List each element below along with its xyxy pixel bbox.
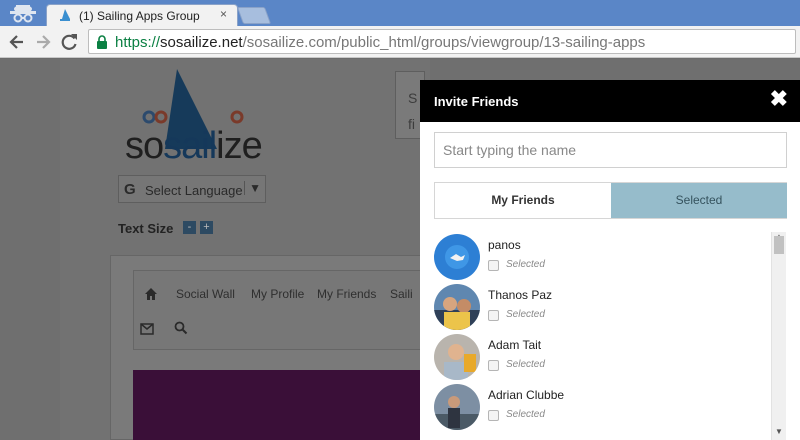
avatar [434, 234, 480, 280]
modal-header: Invite Friends ✖ [420, 80, 800, 122]
friend-select-checkbox[interactable] [488, 260, 499, 271]
new-tab-button[interactable] [236, 7, 272, 24]
avatar [434, 284, 480, 330]
friend-list-scrollbar[interactable]: ▲ ▼ [771, 232, 786, 440]
avatar [434, 334, 480, 380]
menu-item-social-wall[interactable]: Social Wall [176, 287, 235, 301]
group-cover-image [133, 370, 433, 440]
search-hint-2: fi [408, 116, 415, 132]
address-bar[interactable]: https://sosailize.net/sosailize.com/publ… [88, 29, 796, 54]
text-size-increase-button[interactable]: + [200, 221, 213, 234]
logo-wordmark: sosailize [125, 125, 263, 168]
url-host: sosailize.net [160, 34, 243, 51]
language-select-label: Select Language [145, 183, 243, 198]
browser-toolbar: https://sosailize.net/sosailize.com/publ… [0, 26, 800, 58]
tab-title: (1) Sailing Apps Group [79, 9, 200, 23]
checkbox-label: Selected [506, 409, 545, 420]
reload-icon[interactable] [58, 31, 80, 53]
friend-select-checkbox[interactable] [488, 360, 499, 371]
sosailize-logo[interactable]: sosailize [125, 69, 265, 169]
home-icon[interactable] [144, 287, 158, 301]
text-size-decrease-button[interactable]: - [183, 221, 196, 234]
text-size-label: Text Size [118, 221, 174, 236]
friend-search-input[interactable] [434, 132, 787, 168]
friend-list: panos Selected Thanos Paz Selected Adam … [434, 232, 771, 440]
sail-favicon-icon [60, 9, 70, 21]
back-icon[interactable] [6, 31, 28, 53]
menu-item-my-friends[interactable]: My Friends [317, 287, 376, 301]
logo-text-ize: ize [216, 125, 263, 167]
search-hint-1: S [408, 90, 418, 106]
friend-row[interactable]: Adrian Clubbe Selected [434, 382, 771, 432]
friend-name: Adrian Clubbe [488, 388, 565, 402]
friend-select-checkbox[interactable] [488, 310, 499, 321]
group-menu-card: Social Wall My Profile My Friends Saili [110, 255, 433, 440]
friend-row[interactable]: Thanos Paz Selected [434, 282, 771, 332]
menu-item-sailing[interactable]: Saili [390, 287, 413, 301]
language-select[interactable]: G Select Language ▼ [118, 175, 266, 203]
friend-tabs: My Friends Selected [434, 182, 787, 219]
browser-tab-strip: (1) Sailing Apps Group × [0, 0, 800, 26]
checkbox-label: Selected [506, 309, 545, 320]
logo-text-sail: sail [163, 125, 217, 167]
tab-close-icon[interactable]: × [220, 7, 227, 21]
friend-name: panos [488, 238, 521, 252]
url-scheme: https:// [115, 34, 161, 51]
close-icon[interactable]: ✖ [770, 88, 788, 110]
friend-name: Thanos Paz [488, 288, 553, 302]
google-icon: G [124, 181, 136, 198]
incognito-icon [10, 5, 36, 23]
checkbox-label: Selected [506, 259, 545, 270]
friend-row[interactable]: Adam Tait Selected [434, 332, 771, 382]
scroll-down-icon[interactable]: ▼ [775, 427, 783, 436]
menu-item-my-profile[interactable]: My Profile [251, 287, 304, 301]
avatar [434, 384, 480, 430]
group-menu: Social Wall My Profile My Friends Saili [133, 270, 433, 350]
chevron-down-icon: ▼ [244, 181, 261, 195]
scrollbar-thumb[interactable] [774, 236, 784, 254]
friend-name: Adam Tait [488, 338, 542, 352]
tab-my-friends[interactable]: My Friends [435, 183, 611, 218]
url-path: /sosailize.com/public_html/groups/viewgr… [242, 34, 646, 51]
invite-friends-modal: Invite Friends ✖ My Friends Selected pan… [420, 80, 800, 440]
friend-row[interactable]: panos Selected [434, 232, 771, 282]
url-text: https://sosailize.net/sosailize.com/publ… [115, 34, 645, 51]
mail-icon[interactable] [140, 323, 154, 335]
checkbox-label: Selected [506, 359, 545, 370]
browser-tab[interactable]: (1) Sailing Apps Group × [46, 4, 238, 26]
search-icon[interactable] [174, 321, 188, 335]
friend-select-checkbox[interactable] [488, 410, 499, 421]
modal-title: Invite Friends [434, 94, 519, 109]
forward-icon[interactable] [32, 31, 54, 53]
tab-selected[interactable]: Selected [611, 183, 787, 218]
lock-icon [97, 35, 107, 49]
logo-text-so: so [125, 125, 164, 167]
